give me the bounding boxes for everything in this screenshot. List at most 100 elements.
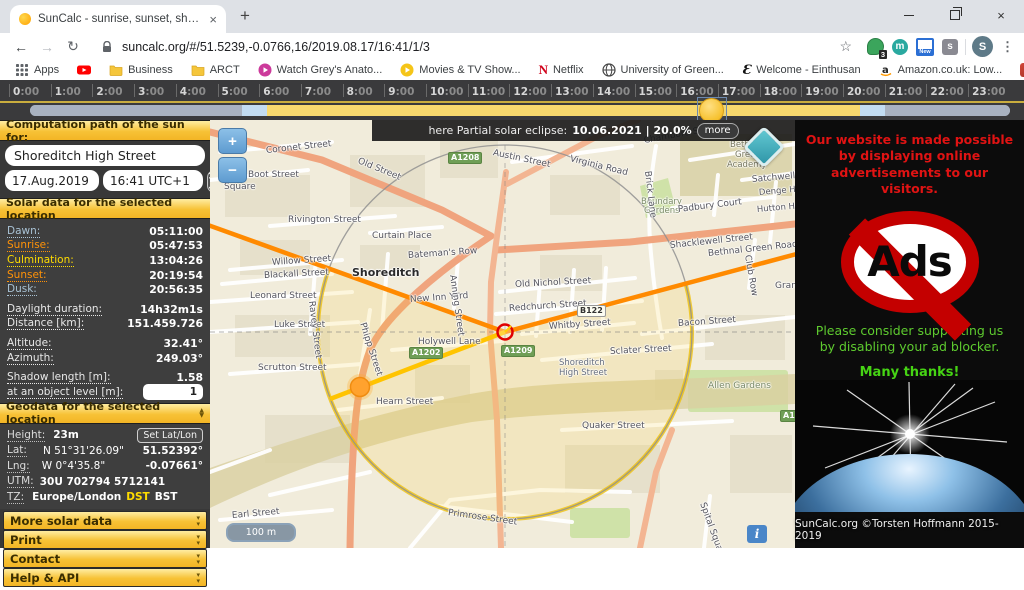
timeline-hour-label: 7:00 bbox=[304, 86, 332, 98]
tab-close-icon[interactable]: × bbox=[209, 13, 217, 26]
bookmark-label: Netflix bbox=[552, 64, 584, 76]
globe-icon bbox=[601, 63, 616, 77]
timeline-tick bbox=[801, 84, 803, 97]
solar-data-row: Altitude: 32.41° bbox=[7, 336, 203, 351]
timeline-hour-label: 20:00 bbox=[847, 86, 881, 98]
timeline-accent-line bbox=[0, 101, 1024, 103]
timeline-tick bbox=[92, 84, 94, 97]
solar-data-value: 32.41° bbox=[163, 336, 203, 350]
solar-data-label: at an object level [m]: bbox=[7, 385, 124, 399]
window-controls: × bbox=[886, 0, 1024, 30]
timeline-hour-label: 12:00 bbox=[513, 86, 547, 98]
lat-dms: N 51°31'26.09" bbox=[42, 444, 124, 457]
timeline-segment bbox=[30, 105, 242, 116]
solar-data-label: Shadow length [m]: bbox=[7, 371, 111, 385]
bookmark-item[interactable]: Ɛ Welcome - Einthusan bbox=[733, 63, 870, 78]
forward-button[interactable]: → bbox=[36, 39, 58, 55]
section-geodata-header[interactable]: Geodata for the selected location ▲ ▼ bbox=[0, 400, 210, 426]
chevron-down-icon: ▾ ▾ bbox=[196, 532, 200, 547]
bookmark-star-icon[interactable]: ☆ bbox=[839, 38, 852, 55]
map-info-button[interactable]: i bbox=[747, 525, 767, 543]
timeline-tick bbox=[509, 84, 511, 97]
bookmark-item[interactable]: ARCT bbox=[182, 63, 249, 77]
bookmark-item[interactable]: Business bbox=[100, 63, 182, 77]
zoom-out-button[interactable]: − bbox=[218, 157, 247, 183]
section-solar-header: Solar data for the selected location bbox=[0, 196, 210, 222]
timeline-tick bbox=[551, 84, 553, 97]
extension-new-icon[interactable]: New bbox=[916, 38, 934, 56]
timeline-tick bbox=[843, 84, 844, 97]
new-tab-button[interactable]: + bbox=[240, 6, 250, 26]
timeline-track[interactable] bbox=[30, 105, 1010, 116]
time-input[interactable] bbox=[103, 170, 203, 191]
netflix-icon: N bbox=[538, 62, 548, 77]
profile-avatar[interactable]: S bbox=[972, 36, 993, 57]
window-minimize-button[interactable] bbox=[886, 0, 932, 30]
set-latlon-button[interactable]: Set Lat/Lon bbox=[137, 427, 203, 443]
earth-sunrise-image bbox=[779, 380, 1024, 590]
bookmark-label: Apps bbox=[34, 64, 60, 76]
timeline-hour-label: 14:00 bbox=[596, 86, 631, 98]
menu-contact[interactable]: Contact ▾ ▾ bbox=[3, 549, 207, 569]
map-canvas bbox=[210, 120, 795, 548]
solar-data-value: 1.58 bbox=[176, 371, 203, 385]
ad-thanks: Many thanks! bbox=[859, 365, 960, 380]
lng-row: Lng: W 0°4'35.8" -0.07661° bbox=[7, 459, 203, 473]
timeline-tick bbox=[9, 84, 10, 97]
sidebar: Computation path of the sun for: >|< Sol… bbox=[0, 118, 222, 588]
time-slider[interactable]: 0:00 1:00 2:00 3:00 4:00 5:00 6:00 7:00 8:00 9:00… bbox=[0, 80, 1024, 126]
solar-data-label: Altitude: bbox=[7, 336, 52, 350]
bookmark-item[interactable]: Movies & TV Show... bbox=[391, 63, 529, 77]
timeline-hour-label: 18:00 bbox=[763, 86, 798, 98]
solar-data-value: 20:56:35 bbox=[149, 283, 203, 297]
timeline-tick bbox=[759, 84, 761, 97]
browser-tab-strip: SunCalc - sunrise, sunset, shado × + × bbox=[0, 0, 1024, 33]
tab-title: SunCalc - sunrise, sunset, shado bbox=[38, 13, 203, 25]
eclipse-more-button[interactable]: more bbox=[696, 122, 739, 139]
dst-flag: DST bbox=[126, 491, 150, 504]
bookmark-item[interactable]: Watch Grey's Anato... bbox=[249, 63, 392, 77]
sidebar-menus: More solar data ▾ ▾ Print ▾ ▾ Contact ▾ ▾ Help & … bbox=[0, 509, 210, 590]
timeline-tick bbox=[676, 84, 678, 97]
bookmark-item[interactable]: Apps bbox=[6, 63, 68, 77]
eclipse-banner: here Partial solar eclipse: 10.06.2021 |… bbox=[372, 120, 795, 141]
window-restore-button[interactable] bbox=[932, 0, 978, 30]
solar-data-row: Sunrise: 05:47:53 bbox=[7, 239, 203, 254]
location-input[interactable] bbox=[5, 145, 205, 166]
menu-more-solar-data[interactable]: More solar data ▾ ▾ bbox=[3, 511, 207, 531]
extension-s-icon[interactable]: s bbox=[941, 38, 959, 56]
eclipse-banner-text: here Partial solar eclipse: bbox=[428, 124, 568, 137]
url-bar: ← → ↻ suncalc.org/#/51.5239,-0.0766,16/2… bbox=[0, 33, 1024, 60]
menu-print[interactable]: Print ▾ ▾ bbox=[3, 530, 207, 550]
zoom-in-button[interactable]: + bbox=[218, 128, 247, 154]
solar-data-row: Daylight duration: 14h32m1s bbox=[7, 302, 203, 317]
timeline-hour-label: 6:00 bbox=[263, 86, 290, 98]
current-sun-marker[interactable] bbox=[349, 376, 371, 398]
back-button[interactable]: ← bbox=[10, 39, 32, 55]
menu-label: Help & API bbox=[10, 570, 80, 585]
chrome-menu-icon[interactable]: ⋮ bbox=[1001, 39, 1014, 55]
timeline-tick bbox=[134, 84, 136, 97]
ad-blocker-panel: Our website is made possible by displayi… bbox=[779, 120, 1024, 590]
youtube-icon bbox=[77, 63, 92, 77]
browser-tab[interactable]: SunCalc - sunrise, sunset, shado × bbox=[10, 5, 226, 33]
date-input[interactable] bbox=[5, 170, 99, 191]
extension-m-icon[interactable]: m bbox=[891, 38, 909, 56]
map-area[interactable]: Coronet Street Boot Street Square Old Stree… bbox=[210, 120, 795, 548]
bookmark-item[interactable]: a Amazon.co.uk: Low... bbox=[870, 63, 1012, 77]
object-level-input[interactable] bbox=[143, 384, 203, 401]
url-text[interactable]: suncalc.org/#/51.5239,-0.0766,16/2019.08… bbox=[122, 40, 835, 54]
bookmark-item[interactable]: gDownload Latest M... bbox=[1011, 63, 1024, 77]
reload-button[interactable]: ↻ bbox=[62, 38, 84, 55]
timeline-tick bbox=[300, 84, 302, 97]
timeline-hour-label: 23:00 bbox=[972, 86, 1006, 98]
menu-help-api[interactable]: Help & API ▾ ▾ bbox=[3, 568, 207, 588]
bookmark-item[interactable] bbox=[68, 63, 100, 77]
timeline-tick bbox=[175, 84, 177, 97]
window-close-button[interactable]: × bbox=[978, 0, 1024, 30]
solar-data-label: Dawn: bbox=[7, 224, 41, 238]
bookmark-item[interactable]: University of Green... bbox=[593, 63, 733, 77]
padlock-icon[interactable] bbox=[102, 40, 112, 53]
extension-pin-icon[interactable]: 3 bbox=[866, 38, 887, 59]
bookmark-item[interactable]: N Netflix bbox=[530, 62, 593, 78]
